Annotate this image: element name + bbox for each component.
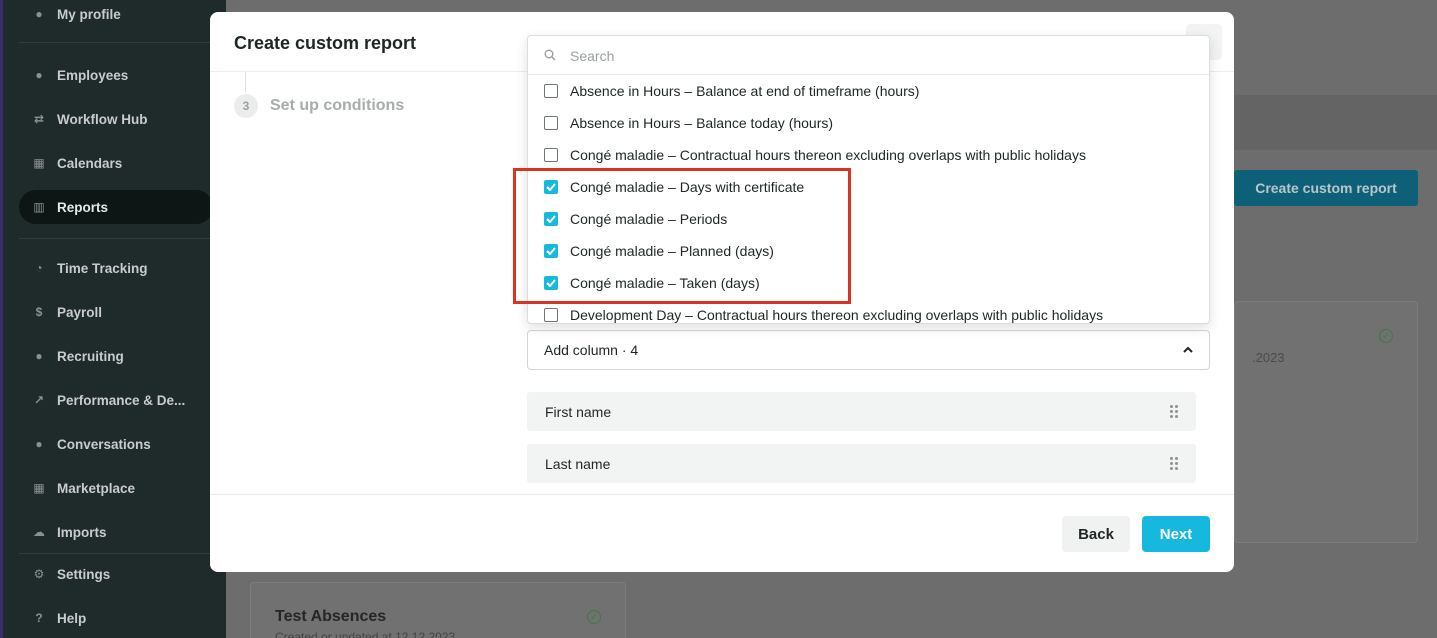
sidebar-item-label: Settings [57,566,111,582]
dollar-icon: $ [35,305,43,319]
chart-icon: ▥ [33,200,45,214]
dropdown-item[interactable]: Congé maladie – Contractual hours thereo… [528,139,1209,171]
sidebar-item-time-tracking[interactable]: ◔ Time Tracking [19,251,213,285]
handshake-icon: ● [35,349,43,363]
chevron-up-icon [1183,343,1193,357]
search-input[interactable] [570,45,1170,67]
calendar-icon: ▦ [33,156,45,170]
sidebar-item-label: Employees [57,67,129,83]
column-row[interactable]: Last name [527,444,1196,483]
step-connector [245,72,246,92]
sidebar-item-label: Imports [57,524,107,540]
sidebar-item-label: Help [57,610,87,626]
checkbox[interactable] [544,84,558,98]
grid-icon: ▦ [33,481,45,495]
checkbox[interactable] [544,308,558,322]
workflow-icon: ⇄ [33,112,45,126]
report-card-date: .2023 [1252,350,1285,365]
sidebar-item-workflow-hub[interactable]: ⇄ Workflow Hub [19,102,213,136]
sidebar-item-help[interactable]: ? Help [19,601,213,635]
annotation-highlight-box [513,168,851,304]
dropdown-item-label: Absence in Hours – Balance at end of tim… [570,83,920,99]
search-icon [544,49,556,61]
clock-icon: ◔ [35,261,43,275]
checkbox[interactable] [544,148,558,162]
chat-icon: ● [35,437,43,451]
gear-icon: ⚙ [33,567,45,581]
report-card-title: Test Absences [275,608,387,625]
sidebar-item-label: Marketplace [57,480,136,496]
dropdown-item-label: Absence in Hours – Balance today (hours) [570,115,834,131]
column-name: First name [545,403,612,420]
sidebar-item-settings[interactable]: ⚙ Settings [19,557,213,591]
sidebar-item-label: Performance & De... [57,392,186,408]
sidebar-item-imports[interactable]: ☁ Imports [19,515,213,549]
check-circle-icon: ✓ [1379,329,1393,343]
report-card-subtitle: Created or updated at 12.12.2023 [275,630,456,638]
dropdown-item[interactable]: Absence in Hours – Balance today (hours) [528,107,1209,139]
sidebar-item-conversations[interactable]: ● Conversations [19,427,213,461]
cloud-upload-icon: ☁ [33,525,45,539]
sidebar-item-marketplace[interactable]: ▦ Marketplace [19,471,213,505]
column-row[interactable]: First name [527,392,1196,431]
sidebar: ● My profile ● Employees ⇄ Workflow Hub … [0,0,226,638]
back-button[interactable]: Back [1062,516,1130,552]
step-number: 3 [234,94,258,118]
sidebar-item-recruiting[interactable]: ● Recruiting [19,339,213,373]
add-column-label: Add column · 4 [544,342,639,358]
modal-footer-divider [210,494,1234,495]
sidebar-divider [19,42,213,43]
sidebar-item-reports[interactable]: ▥ Reports [19,190,213,224]
sidebar-item-label: Payroll [57,304,103,320]
checkbox[interactable] [544,116,558,130]
trend-icon: ↗ [33,393,45,407]
sidebar-item-calendars[interactable]: ▦ Calendars [19,146,213,180]
sidebar-item-label: My profile [57,6,121,22]
sidebar-divider [19,553,213,554]
drag-handle-icon[interactable] [1170,405,1178,418]
drag-handle-icon[interactable] [1170,457,1178,470]
next-button[interactable]: Next [1142,516,1210,552]
sidebar-item-label: Workflow Hub [57,111,148,127]
sidebar-item-label: Recruiting [57,348,124,364]
add-column-select[interactable]: Add column · 4 [527,330,1210,370]
question-icon: ? [35,611,43,625]
dropdown-search [528,36,1209,75]
sidebar-item-my-profile[interactable]: ● My profile [19,0,213,31]
sidebar-item-label: Time Tracking [57,260,148,276]
create-custom-report-button[interactable]: Create custom report [1234,170,1418,206]
sidebar-item-performance[interactable]: ↗ Performance & De... [19,383,213,417]
dropdown-item-label: Development Day – Contractual hours ther… [570,307,1104,323]
dropdown-item-label: Congé maladie – Contractual hours thereo… [570,147,1086,163]
sidebar-item-employees[interactable]: ● Employees [19,58,213,92]
sidebar-divider [19,238,213,239]
column-name: Last name [545,455,611,472]
sidebar-item-label: Reports [57,199,109,215]
sidebar-item-label: Conversations [57,436,151,452]
sidebar-item-payroll[interactable]: $ Payroll [19,295,213,329]
users-icon: ● [35,68,43,82]
check-circle-icon: ✓ [587,610,601,624]
dropdown-item[interactable]: Absence in Hours – Balance at end of tim… [528,75,1209,107]
modal-title: Create custom report [234,33,417,53]
step-label[interactable]: Set up conditions [270,97,404,115]
user-icon: ● [35,7,43,21]
sidebar-item-label: Calendars [57,155,123,171]
